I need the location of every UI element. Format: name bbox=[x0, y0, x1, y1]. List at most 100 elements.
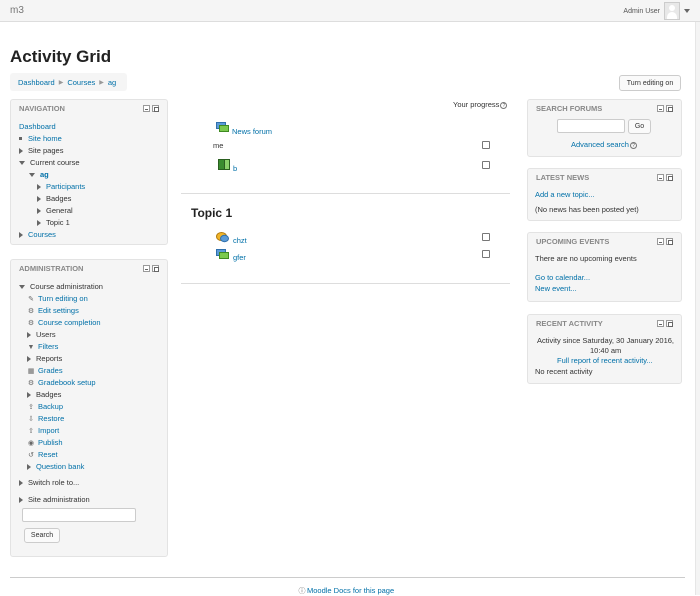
expand-icon[interactable] bbox=[27, 464, 31, 470]
breadcrumb-dashboard[interactable]: Dashboard bbox=[18, 78, 55, 87]
nav-item-label[interactable]: Courses bbox=[28, 230, 56, 239]
admin-item-label[interactable]: Turn editing on bbox=[38, 294, 88, 303]
help-icon[interactable]: ? bbox=[500, 102, 508, 109]
dock-icon[interactable] bbox=[666, 320, 673, 327]
expand-icon[interactable] bbox=[27, 356, 31, 362]
chevron-down-icon[interactable] bbox=[684, 9, 690, 13]
scrollbar[interactable] bbox=[695, 22, 700, 595]
expand-icon[interactable] bbox=[37, 196, 41, 202]
admin-item-label[interactable]: Publish bbox=[38, 438, 63, 447]
expand-icon[interactable] bbox=[19, 232, 23, 238]
nav-item-general[interactable]: General bbox=[37, 206, 73, 215]
completion-checkbox[interactable] bbox=[482, 161, 490, 169]
admin-course-completion[interactable]: ⚙ Course completion bbox=[27, 318, 101, 327]
activity-news-forum[interactable]: News forum bbox=[232, 127, 272, 136]
admin-item-label[interactable]: Restore bbox=[38, 414, 64, 423]
admin-badges[interactable]: Badges bbox=[27, 390, 61, 399]
nav-item-label[interactable]: Site home bbox=[28, 134, 62, 143]
admin-course-administration[interactable]: Course administration bbox=[19, 282, 103, 291]
nav-item-badges[interactable]: Badges bbox=[37, 194, 71, 203]
admin-reports[interactable]: Reports bbox=[27, 354, 62, 363]
completion-checkbox[interactable] bbox=[482, 141, 490, 149]
nav-item-label[interactable]: Participants bbox=[46, 182, 85, 191]
go-to-calendar-link[interactable]: Go to calendar... bbox=[535, 273, 590, 282]
admin-item-label[interactable]: Grades bbox=[38, 366, 63, 375]
user-name[interactable]: Admin User bbox=[623, 8, 660, 15]
admin-gradebook-setup[interactable]: ⚙ Gradebook setup bbox=[27, 378, 96, 387]
forum-search-input[interactable] bbox=[557, 119, 625, 133]
admin-restore[interactable]: ⇩ Restore bbox=[27, 414, 64, 423]
add-topic-link[interactable]: Add a new topic... bbox=[535, 190, 595, 199]
dock-icon[interactable] bbox=[152, 265, 159, 272]
avatar[interactable] bbox=[664, 2, 680, 20]
admin-site-administration[interactable]: Site administration bbox=[19, 495, 90, 504]
nav-item-site-pages[interactable]: Site pages bbox=[19, 146, 63, 155]
admin-item-label[interactable]: Backup bbox=[38, 402, 63, 411]
nav-item-course-ag[interactable]: ag bbox=[29, 170, 49, 179]
activity-chat-chzt[interactable]: chzt bbox=[233, 236, 247, 245]
admin-backup[interactable]: ⇪ Backup bbox=[27, 402, 63, 411]
dock-icon[interactable] bbox=[666, 174, 673, 181]
minimize-icon[interactable] bbox=[143, 105, 150, 112]
expand-icon[interactable] bbox=[37, 184, 41, 190]
activity-book-b[interactable]: b bbox=[233, 164, 237, 173]
collapse-icon[interactable] bbox=[29, 173, 35, 177]
nav-item-participants[interactable]: Participants bbox=[37, 182, 85, 191]
advanced-search-link[interactable]: Advanced search bbox=[571, 140, 629, 149]
activity-forum-gfer[interactable]: gfer bbox=[233, 253, 246, 262]
completion-checkbox[interactable] bbox=[482, 250, 490, 258]
admin-item-label[interactable]: Filters bbox=[38, 342, 58, 351]
nav-item-courses[interactable]: Courses bbox=[19, 230, 56, 239]
admin-publish[interactable]: ◉ Publish bbox=[27, 438, 63, 447]
admin-edit-settings[interactable]: ⚙ Edit settings bbox=[27, 306, 79, 315]
admin-item-label[interactable]: Question bank bbox=[36, 462, 84, 471]
minimize-icon[interactable] bbox=[657, 174, 664, 181]
admin-users[interactable]: Users bbox=[27, 330, 56, 339]
site-name[interactable]: m3 bbox=[10, 5, 24, 16]
expand-icon[interactable] bbox=[27, 392, 31, 398]
collapse-icon[interactable] bbox=[19, 285, 25, 289]
dock-icon[interactable] bbox=[152, 105, 159, 112]
go-button[interactable]: Go bbox=[628, 119, 651, 134]
admin-item-label[interactable]: Reset bbox=[38, 450, 58, 459]
minimize-icon[interactable] bbox=[657, 105, 664, 112]
admin-search-input[interactable] bbox=[22, 508, 136, 522]
turn-editing-on-button[interactable]: Turn editing on bbox=[619, 75, 681, 91]
nav-item-site-home[interactable]: Site home bbox=[19, 134, 62, 143]
admin-switch-role[interactable]: Switch role to... bbox=[19, 478, 79, 487]
admin-item-label[interactable]: Import bbox=[38, 426, 59, 435]
admin-import[interactable]: ⇧ Import bbox=[27, 426, 59, 435]
expand-icon[interactable] bbox=[37, 208, 41, 214]
nav-item-current-course[interactable]: Current course bbox=[19, 158, 80, 167]
new-event-link[interactable]: New event... bbox=[535, 284, 577, 293]
expand-icon[interactable] bbox=[27, 332, 31, 338]
admin-grades[interactable]: ▦ Grades bbox=[27, 366, 63, 375]
user-menu[interactable]: Admin User bbox=[623, 0, 700, 22]
admin-turn-editing-on[interactable]: ✎ Turn editing on bbox=[27, 294, 88, 303]
help-icon[interactable]: ? bbox=[629, 142, 637, 149]
admin-question-bank[interactable]: Question bank bbox=[27, 462, 84, 471]
full-report-link[interactable]: Full report of recent activity... bbox=[557, 356, 653, 365]
expand-icon[interactable] bbox=[19, 480, 23, 486]
admin-item-label[interactable]: Course completion bbox=[38, 318, 101, 327]
admin-item-label[interactable]: Edit settings bbox=[38, 306, 79, 315]
admin-filters[interactable]: ▼ Filters bbox=[27, 342, 59, 351]
nav-item-dashboard[interactable]: Dashboard bbox=[19, 122, 56, 131]
moodle-docs-link[interactable]: Moodle Docs for this page bbox=[307, 586, 394, 595]
dock-icon[interactable] bbox=[666, 105, 673, 112]
admin-search-button[interactable]: Search bbox=[24, 528, 60, 543]
collapse-icon[interactable] bbox=[19, 161, 25, 165]
nav-item-topic-1[interactable]: Topic 1 bbox=[37, 218, 70, 227]
minimize-icon[interactable] bbox=[143, 265, 150, 272]
nav-item-label[interactable]: ag bbox=[40, 170, 49, 179]
expand-icon[interactable] bbox=[19, 497, 23, 503]
breadcrumb-course-ag[interactable]: ag bbox=[108, 78, 116, 87]
breadcrumb-courses[interactable]: Courses bbox=[67, 78, 95, 87]
dock-icon[interactable] bbox=[666, 238, 673, 245]
minimize-icon[interactable] bbox=[657, 238, 664, 245]
admin-reset[interactable]: ↺ Reset bbox=[27, 450, 58, 459]
expand-icon[interactable] bbox=[37, 220, 41, 226]
completion-checkbox[interactable] bbox=[482, 233, 490, 241]
minimize-icon[interactable] bbox=[657, 320, 664, 327]
expand-icon[interactable] bbox=[19, 148, 23, 154]
